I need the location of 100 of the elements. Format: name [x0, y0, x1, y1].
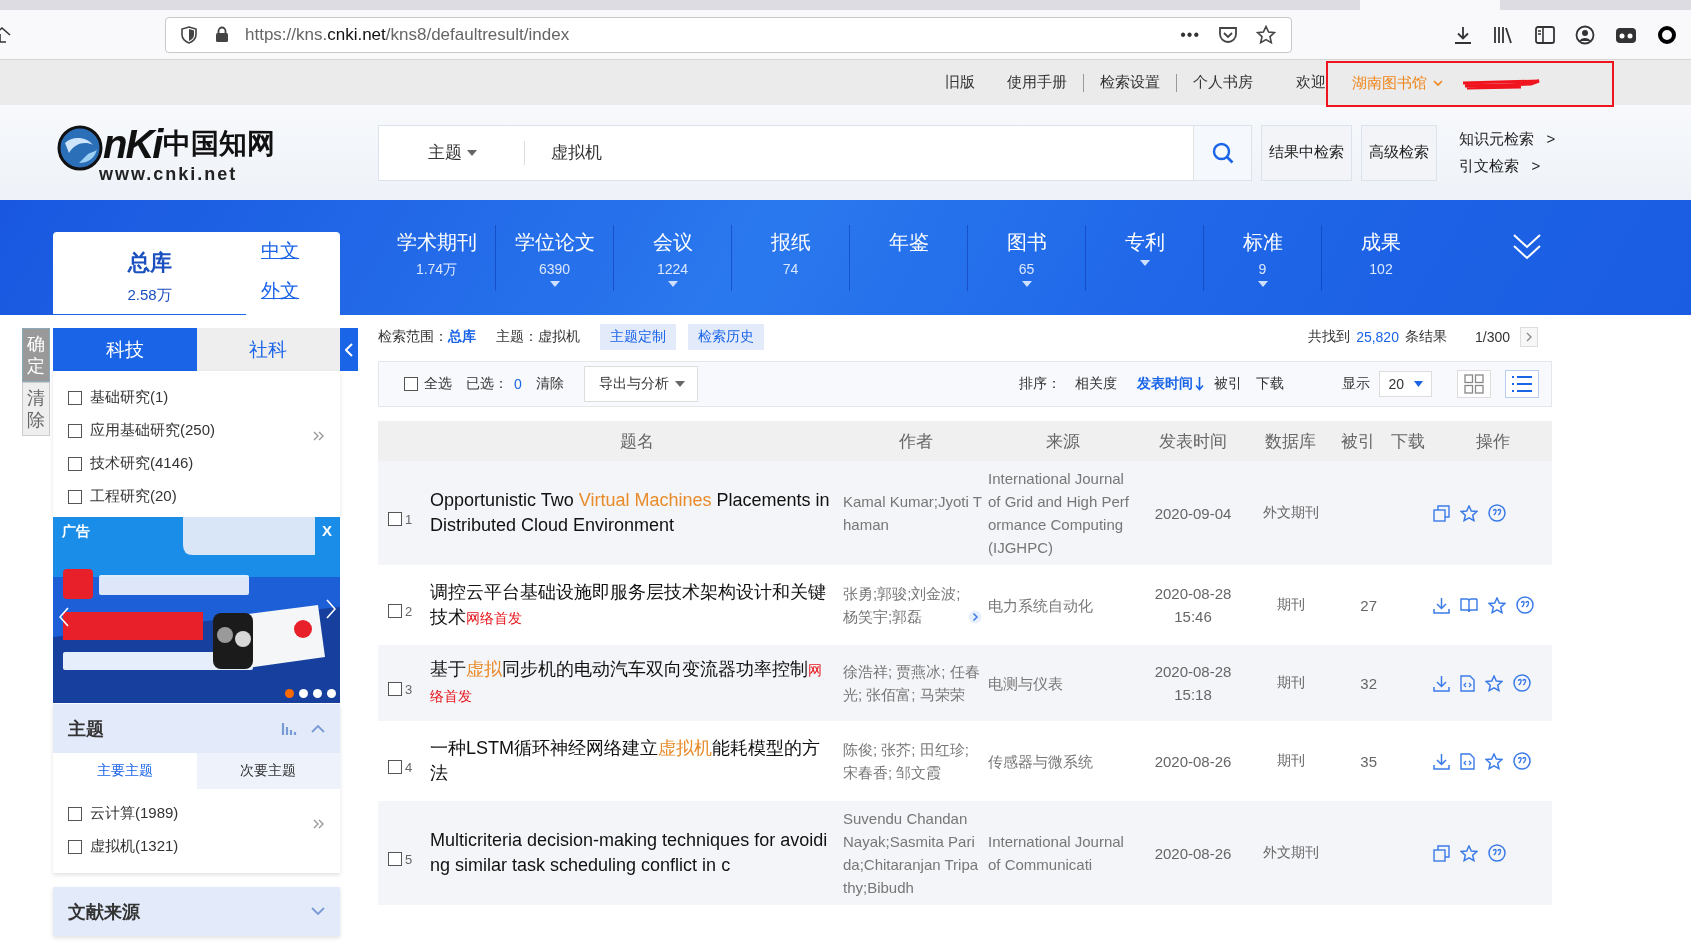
language-link[interactable]: 外文	[261, 278, 299, 304]
category-tab[interactable]: 成果 102	[1322, 224, 1440, 291]
next-page-button[interactable]	[1520, 327, 1538, 347]
shield-icon[interactable]	[181, 25, 197, 44]
copy-icon[interactable]	[1433, 504, 1450, 522]
source-link[interactable]: 电力系统自动化	[988, 593, 1130, 617]
sort-option[interactable]: 发表时间	[1137, 375, 1205, 393]
carousel-dot[interactable]	[299, 689, 308, 698]
clear-link[interactable]: 清除	[535, 375, 564, 393]
bookmark-star-icon[interactable]	[1256, 24, 1276, 45]
filter-checkbox[interactable]	[68, 423, 82, 438]
category-tab[interactable]: 标准 9	[1204, 224, 1322, 291]
book-icon[interactable]	[1460, 597, 1478, 613]
filter-label[interactable]: 虚拟机(1321)	[90, 837, 179, 856]
row-checkbox[interactable]	[388, 760, 402, 774]
subject-tab[interactable]: 社科	[196, 328, 340, 371]
export-dropdown[interactable]: 导出与分析	[583, 366, 698, 402]
all-database-tab[interactable]: 总库 2.58万	[53, 232, 246, 315]
filter-label[interactable]: 技术研究(4146)	[90, 454, 194, 473]
row-checkbox[interactable]	[388, 682, 402, 696]
filter-checkbox[interactable]	[68, 806, 82, 821]
download-icon[interactable]	[1453, 24, 1473, 45]
row-checkbox[interactable]	[388, 852, 402, 866]
quote-icon[interactable]	[1513, 674, 1531, 692]
star-icon[interactable]	[1485, 752, 1503, 770]
category-tab[interactable]: 图书 65	[968, 224, 1086, 291]
more-authors-icon[interactable]	[968, 610, 982, 624]
row-checkbox[interactable]	[388, 604, 402, 618]
scope-button[interactable]: 检索历史	[688, 324, 764, 350]
collapse-sidebar-button[interactable]	[340, 328, 358, 371]
star-icon[interactable]	[1460, 844, 1478, 862]
language-link[interactable]: 中文	[261, 238, 299, 264]
page-size-dropdown[interactable]: 20	[1379, 371, 1432, 397]
sort-option[interactable]: 被引	[1214, 375, 1243, 393]
article-title-link[interactable]: 一种LSTM循环神经网络建立虚拟机能耗模型的方法	[430, 736, 843, 786]
carousel-dot[interactable]	[285, 689, 294, 698]
more-chevron-icon[interactable]	[313, 819, 325, 829]
top-link[interactable]: 使用手册	[1007, 73, 1067, 92]
subject-tab[interactable]: 科技	[53, 328, 197, 371]
search-button[interactable]	[1193, 125, 1251, 180]
home-icon[interactable]	[0, 25, 12, 44]
filter-checkbox[interactable]	[68, 456, 82, 471]
top-link[interactable]: 旧版	[945, 73, 975, 92]
list-view-button[interactable]	[1505, 370, 1539, 398]
quote-icon[interactable]	[1513, 752, 1531, 770]
source-link[interactable]: 电测与仪表	[988, 671, 1130, 695]
search-link[interactable]: 引文检索 >	[1459, 156, 1556, 176]
filter-checkbox[interactable]	[68, 489, 82, 504]
next-slide-icon[interactable]	[326, 599, 336, 619]
filter-checkbox[interactable]	[68, 390, 82, 405]
carousel-dot[interactable]	[327, 689, 336, 698]
category-tab[interactable]: 学位论文 6390	[496, 224, 614, 291]
top-link[interactable]: 检索设置	[1100, 73, 1160, 92]
sort-option[interactable]: 相关度	[1075, 375, 1118, 393]
grid-view-button[interactable]	[1457, 370, 1491, 398]
article-title-link[interactable]: 调控云平台基础设施即服务层技术架构设计和关键技术网络首发	[430, 579, 843, 631]
filter-action-button[interactable]: 清除	[22, 382, 50, 436]
category-tab[interactable]: 学术期刊 1.74万	[378, 224, 496, 291]
document-icon[interactable]	[1460, 752, 1475, 770]
quote-icon[interactable]	[1488, 504, 1506, 522]
quote-icon[interactable]	[1488, 844, 1506, 862]
search-option-button[interactable]: 高级检索	[1361, 124, 1437, 181]
pocket-icon[interactable]	[1218, 25, 1238, 44]
copy-icon[interactable]	[1433, 844, 1450, 862]
star-icon[interactable]	[1485, 674, 1503, 692]
category-tab[interactable]: 报纸 74	[732, 224, 850, 291]
sidebar-icon[interactable]	[1535, 25, 1555, 44]
previous-slide-icon[interactable]	[59, 607, 69, 627]
more-chevron-icon[interactable]	[313, 431, 325, 441]
category-tab[interactable]: 专利	[1086, 224, 1204, 291]
search-option-button[interactable]: 结果中检索	[1261, 124, 1352, 181]
star-icon[interactable]	[1460, 504, 1478, 522]
search-input[interactable]: 虚拟机	[549, 141, 1193, 164]
search-field-dropdown[interactable]: 主题	[428, 141, 524, 164]
filter-label[interactable]: 工程研究(20)	[90, 487, 177, 506]
address-bar[interactable]: https://kns.cnki.net/kns8/defaultresult/index •••	[165, 16, 1292, 53]
top-link[interactable]: 个人书房	[1193, 73, 1253, 92]
star-icon[interactable]	[1488, 596, 1506, 614]
topic-tab[interactable]: 次要主题	[196, 753, 340, 789]
circle-icon[interactable]	[1657, 24, 1677, 45]
row-checkbox[interactable]	[388, 512, 402, 526]
account-icon[interactable]	[1575, 24, 1595, 45]
source-link[interactable]: International Journal of Grid and High Performance Computing (IJGHPC)	[988, 467, 1130, 559]
filter-label[interactable]: 基础研究(1)	[90, 388, 169, 407]
lock-icon[interactable]	[215, 26, 229, 43]
filter-checkbox[interactable]	[68, 839, 82, 854]
category-tab[interactable]: 年鉴	[850, 224, 968, 291]
article-title-link[interactable]: 基于虚拟同步机的电动汽车双向变流器功率控制网络首发	[430, 657, 843, 709]
document-icon[interactable]	[1460, 674, 1475, 692]
scope-button[interactable]: 主题定制	[600, 324, 676, 350]
source-link[interactable]: International Journal of Communicati	[988, 830, 1130, 876]
select-all-label[interactable]: 全选	[424, 375, 452, 393]
filter-label[interactable]: 云计算(1989)	[90, 804, 179, 823]
page-actions-button[interactable]: •••	[1180, 25, 1200, 44]
source-link[interactable]: 传感器与微系统	[988, 749, 1130, 773]
source-section-header[interactable]: 文献来源	[53, 887, 340, 936]
carousel-dot[interactable]	[313, 689, 322, 698]
category-tab[interactable]: 会议 1224	[614, 224, 732, 291]
search-link[interactable]: 知识元检索 >	[1459, 129, 1556, 149]
filter-label[interactable]: 应用基础研究(250)	[90, 421, 216, 440]
